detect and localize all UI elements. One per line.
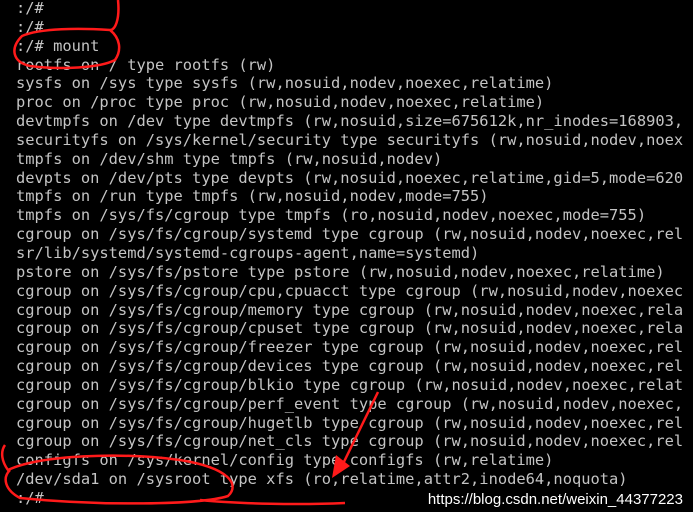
circle-mount-annotation (13, 0, 121, 70)
red-annotations (0, 0, 380, 506)
arrow-annotation (338, 391, 380, 471)
arrow-head-annotation (332, 455, 350, 478)
circle-sysroot-annotation (0, 444, 346, 506)
watermark: https://blog.csdn.net/weixin_44377223 (427, 491, 683, 508)
terminal-screen[interactable]: :/#:/#:/# mount rootfs on / type rootfs (… (0, 0, 693, 512)
